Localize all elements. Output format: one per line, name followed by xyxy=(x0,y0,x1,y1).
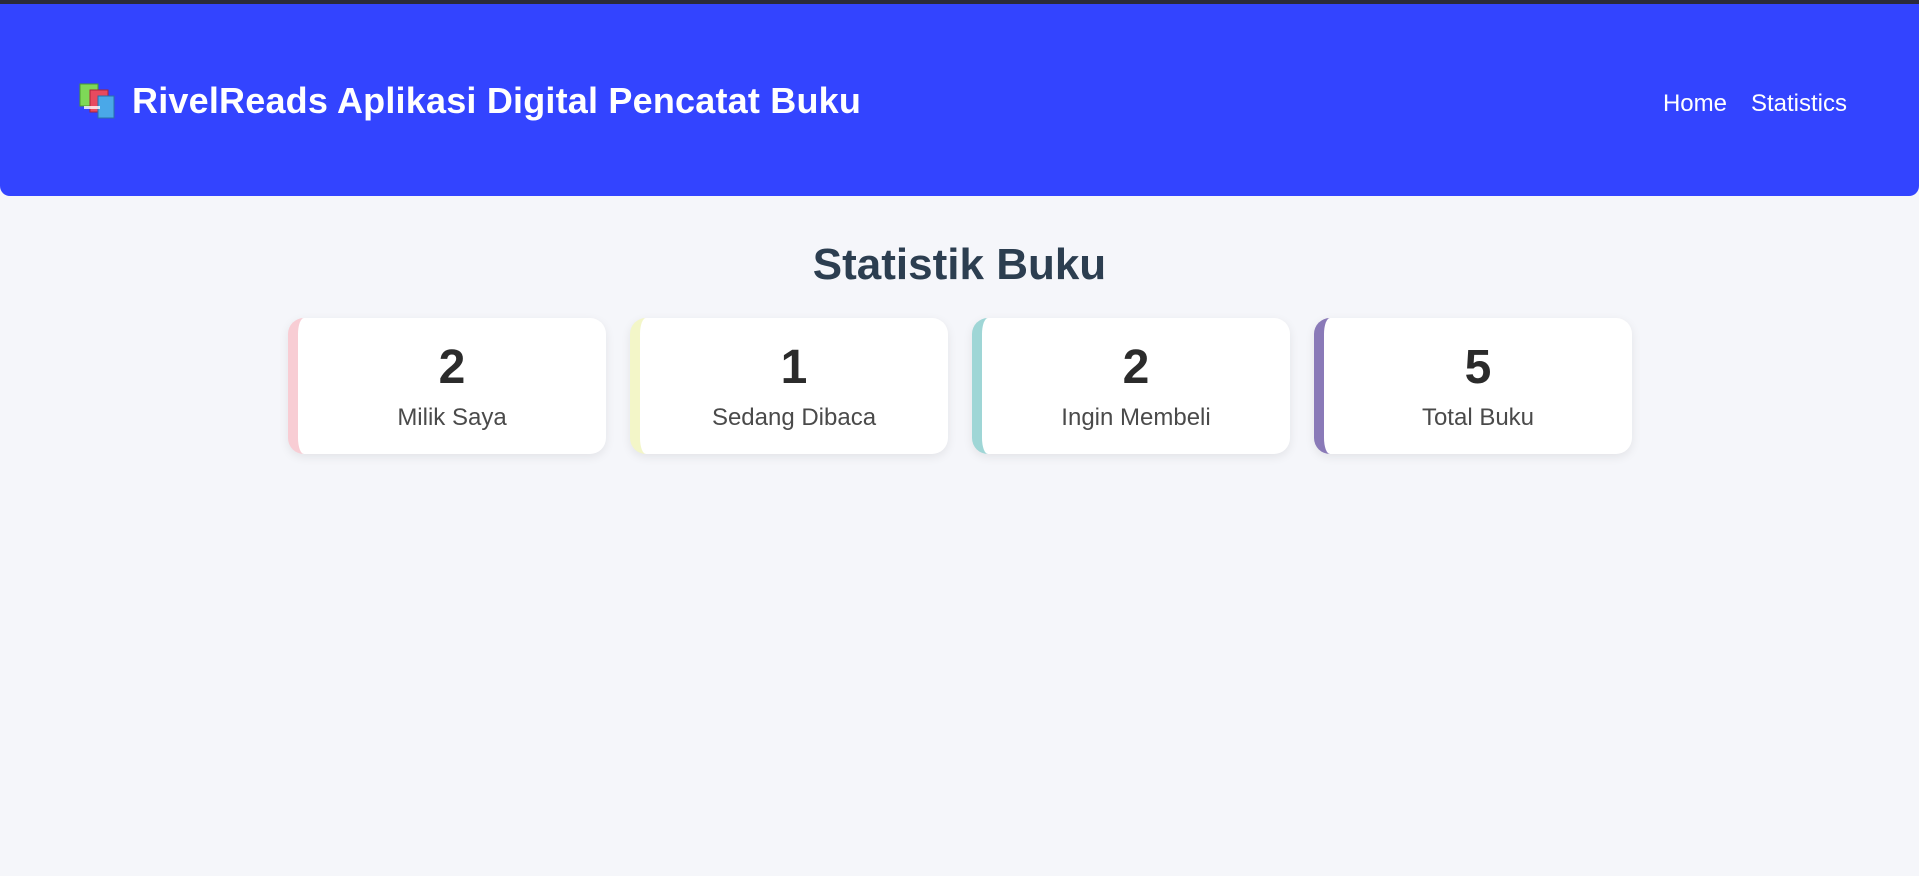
stat-card-ingin-membeli: 2 Ingin Membeli xyxy=(972,318,1290,454)
stat-label: Total Buku xyxy=(1421,404,1535,431)
stat-card-total-buku: 5 Total Buku xyxy=(1314,318,1632,454)
stat-label: Milik Saya xyxy=(397,404,507,431)
brand-title: RivelReads Aplikasi Digital Pencatat Buk… xyxy=(132,80,862,121)
app-header: RivelReads Aplikasi Digital Pencatat Buk… xyxy=(0,4,1919,196)
page-title: Statistik Buku xyxy=(812,240,1107,289)
books-icon xyxy=(78,82,118,120)
stat-count: 1 xyxy=(780,341,808,394)
main-nav: Home Statistics xyxy=(1663,90,1847,118)
stat-label: Ingin Membeli xyxy=(1061,404,1211,431)
stat-card-sedang-dibaca: 1 Sedang Dibaca xyxy=(630,318,948,454)
stat-count: 2 xyxy=(1122,341,1150,394)
nav-link-home[interactable]: Home xyxy=(1663,90,1727,118)
nav-link-statistics[interactable]: Statistics xyxy=(1751,90,1847,118)
brand[interactable]: RivelReads Aplikasi Digital Pencatat Buk… xyxy=(78,80,861,122)
stat-count: 5 xyxy=(1464,341,1492,394)
stat-count: 2 xyxy=(438,341,466,394)
stat-card-milik-saya: 2 Milik Saya xyxy=(288,318,606,454)
stats-cards: 2 Milik Saya 1 Sedang Dibaca 2 Ingin Mem… xyxy=(288,318,1632,454)
stat-label: Sedang Dibaca xyxy=(711,404,877,431)
